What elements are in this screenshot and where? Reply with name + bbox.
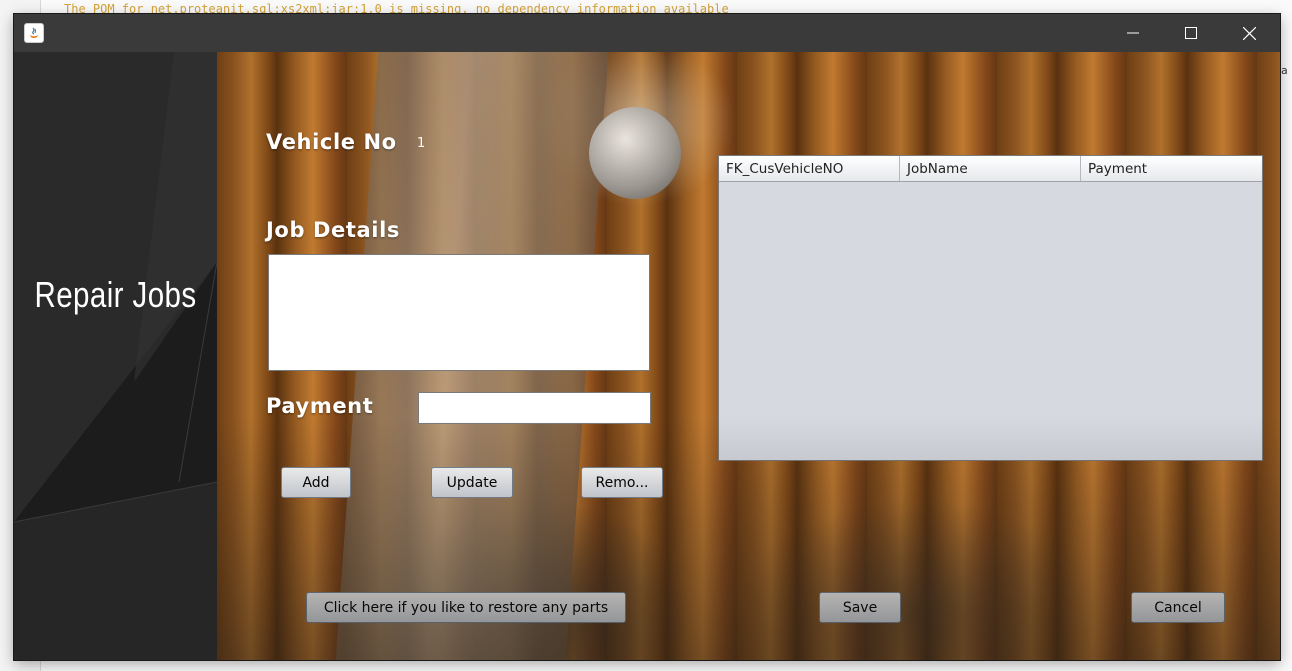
maximize-icon xyxy=(1185,27,1197,39)
java-app-icon xyxy=(24,23,44,43)
payment-input[interactable] xyxy=(418,392,651,424)
column-header-fk-cusvehicleno[interactable]: FK_CusVehicleNO xyxy=(719,156,900,181)
column-header-jobname[interactable]: JobName xyxy=(900,156,1081,181)
sidebar-panel: Repair Jobs xyxy=(14,52,217,660)
vehicle-no-label: Vehicle No xyxy=(266,130,397,154)
minimize-icon xyxy=(1127,27,1139,39)
job-details-textarea[interactable] xyxy=(268,254,650,371)
background-kettle xyxy=(589,107,681,199)
add-button[interactable]: Add xyxy=(281,467,351,498)
sidebar-title: Repair Jobs xyxy=(34,274,197,315)
minimize-button[interactable] xyxy=(1104,14,1162,52)
vehicle-no-value: 1 xyxy=(417,136,426,151)
repair-jobs-window: Repair Jobs Vehicle No 1 Job Details Pay… xyxy=(14,14,1280,660)
save-button[interactable]: Save xyxy=(819,592,901,623)
table-header: FK_CusVehicleNO JobName Payment xyxy=(719,156,1262,182)
close-icon xyxy=(1242,26,1256,40)
cancel-button[interactable]: Cancel xyxy=(1131,592,1225,623)
console-right-char: a xyxy=(1281,64,1288,77)
window-content: Repair Jobs Vehicle No 1 Job Details Pay… xyxy=(14,52,1280,660)
restore-parts-button[interactable]: Click here if you like to restore any pa… xyxy=(306,592,626,623)
payment-label: Payment xyxy=(266,394,374,418)
sidebar-decoration xyxy=(14,52,217,660)
jobs-table[interactable]: FK_CusVehicleNO JobName Payment xyxy=(718,155,1263,461)
remove-button[interactable]: Remo... xyxy=(581,467,663,498)
workshop-background-image: Vehicle No 1 Job Details Payment Add Upd… xyxy=(217,52,1280,660)
maximize-button[interactable] xyxy=(1162,14,1220,52)
update-button[interactable]: Update xyxy=(431,467,513,498)
column-header-payment[interactable]: Payment xyxy=(1081,156,1262,181)
job-details-label: Job Details xyxy=(266,218,400,242)
close-button[interactable] xyxy=(1220,14,1278,52)
title-bar[interactable] xyxy=(14,14,1280,52)
